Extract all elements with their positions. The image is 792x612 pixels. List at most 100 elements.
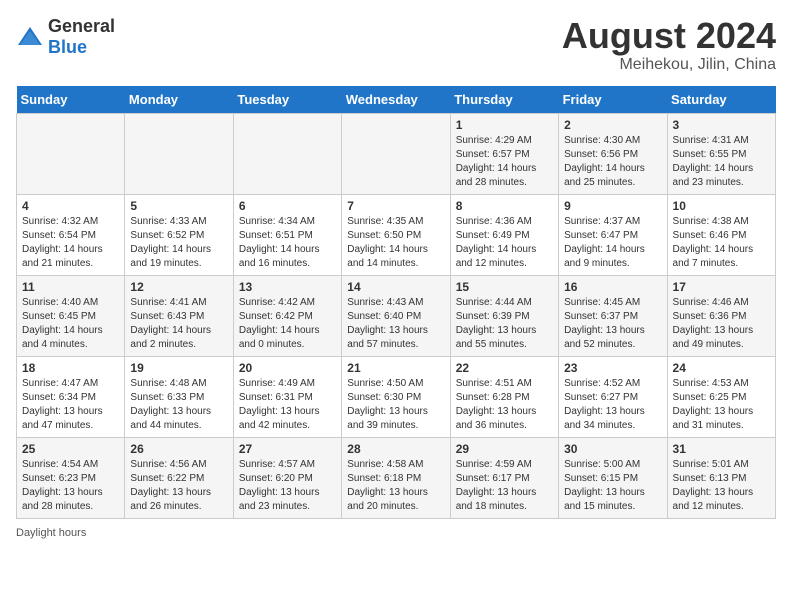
- day-number: 31: [673, 442, 771, 456]
- day-number: 28: [347, 442, 445, 456]
- calendar-cell: [233, 113, 341, 194]
- day-info: Sunrise: 4:38 AM Sunset: 6:46 PM Dayligh…: [673, 215, 771, 271]
- day-info: Sunrise: 4:53 AM Sunset: 6:25 PM Dayligh…: [673, 377, 771, 433]
- day-info: Sunrise: 4:45 AM Sunset: 6:37 PM Dayligh…: [564, 296, 662, 352]
- calendar-cell: [125, 113, 233, 194]
- day-number: 6: [239, 199, 337, 213]
- calendar-cell: [17, 113, 125, 194]
- title-area: August 2024 Meihekou, Jilin, China: [562, 16, 776, 74]
- day-number: 30: [564, 442, 662, 456]
- day-info: Sunrise: 4:47 AM Sunset: 6:34 PM Dayligh…: [22, 377, 120, 433]
- week-row-3: 11 Sunrise: 4:40 AM Sunset: 6:45 PM Dayli…: [17, 275, 776, 356]
- week-row-1: 1 Sunrise: 4:29 AM Sunset: 6:57 PM Daylig…: [17, 113, 776, 194]
- month-title: August 2024: [562, 16, 776, 56]
- calendar-cell: 10 Sunrise: 4:38 AM Sunset: 6:46 PM Dayli…: [667, 194, 775, 275]
- calendar-table: SundayMondayTuesdayWednesdayThursdayFrid…: [16, 86, 776, 519]
- calendar-cell: 20 Sunrise: 4:49 AM Sunset: 6:31 PM Dayli…: [233, 356, 341, 437]
- day-number: 3: [673, 118, 771, 132]
- day-info: Sunrise: 4:43 AM Sunset: 6:40 PM Dayligh…: [347, 296, 445, 352]
- day-info: Sunrise: 4:33 AM Sunset: 6:52 PM Dayligh…: [130, 215, 228, 271]
- day-number: 8: [456, 199, 554, 213]
- calendar-cell: 21 Sunrise: 4:50 AM Sunset: 6:30 PM Dayli…: [342, 356, 450, 437]
- footer: Daylight hours: [16, 527, 776, 539]
- calendar-cell: 9Sunrise: 4:37 AM Sunset: 6:47 PM Daylig…: [559, 194, 667, 275]
- day-info: Sunrise: 4:58 AM Sunset: 6:18 PM Dayligh…: [347, 458, 445, 514]
- day-info: Sunrise: 4:36 AM Sunset: 6:49 PM Dayligh…: [456, 215, 554, 271]
- calendar-cell: 3 Sunrise: 4:31 AM Sunset: 6:55 PM Daylig…: [667, 113, 775, 194]
- day-number: 1: [456, 118, 554, 132]
- calendar-cell: 2Sunrise: 4:30 AM Sunset: 6:56 PM Daylig…: [559, 113, 667, 194]
- calendar-cell: 27 Sunrise: 4:57 AM Sunset: 6:20 PM Dayli…: [233, 437, 341, 518]
- logo: General Blue: [16, 16, 115, 58]
- day-info: Sunrise: 4:42 AM Sunset: 6:42 PM Dayligh…: [239, 296, 337, 352]
- calendar-cell: 19Sunrise: 4:48 AM Sunset: 6:33 PM Dayli…: [125, 356, 233, 437]
- logo-icon: [16, 25, 44, 49]
- day-number: 24: [673, 361, 771, 375]
- day-number: 27: [239, 442, 337, 456]
- day-number: 25: [22, 442, 120, 456]
- day-number: 20: [239, 361, 337, 375]
- day-header-monday: Monday: [125, 86, 233, 114]
- calendar-cell: 17 Sunrise: 4:46 AM Sunset: 6:36 PM Dayli…: [667, 275, 775, 356]
- day-info: Sunrise: 4:48 AM Sunset: 6:33 PM Dayligh…: [130, 377, 228, 433]
- week-row-5: 25 Sunrise: 4:54 AM Sunset: 6:23 PM Dayli…: [17, 437, 776, 518]
- day-header-friday: Friday: [559, 86, 667, 114]
- calendar-cell: 26 Sunrise: 4:56 AM Sunset: 6:22 PM Dayli…: [125, 437, 233, 518]
- day-info: Sunrise: 4:50 AM Sunset: 6:30 PM Dayligh…: [347, 377, 445, 433]
- day-number: 22: [456, 361, 554, 375]
- day-info: Sunrise: 4:57 AM Sunset: 6:20 PM Dayligh…: [239, 458, 337, 514]
- day-number: 15: [456, 280, 554, 294]
- calendar-cell: 13 Sunrise: 4:42 AM Sunset: 6:42 PM Dayli…: [233, 275, 341, 356]
- day-number: 7: [347, 199, 445, 213]
- calendar-cell: 12Sunrise: 4:41 AM Sunset: 6:43 PM Dayli…: [125, 275, 233, 356]
- calendar-cell: 25 Sunrise: 4:54 AM Sunset: 6:23 PM Dayli…: [17, 437, 125, 518]
- day-number: 4: [22, 199, 120, 213]
- day-info: Sunrise: 4:31 AM Sunset: 6:55 PM Dayligh…: [673, 134, 771, 190]
- calendar-cell: 29 Sunrise: 4:59 AM Sunset: 6:17 PM Dayli…: [450, 437, 558, 518]
- day-number: 16: [564, 280, 662, 294]
- calendar-cell: 1 Sunrise: 4:29 AM Sunset: 6:57 PM Daylig…: [450, 113, 558, 194]
- header: General Blue August 2024 Meihekou, Jilin…: [16, 16, 776, 74]
- day-info: Sunrise: 4:41 AM Sunset: 6:43 PM Dayligh…: [130, 296, 228, 352]
- day-number: 17: [673, 280, 771, 294]
- day-info: Sunrise: 4:32 AM Sunset: 6:54 PM Dayligh…: [22, 215, 120, 271]
- day-header-wednesday: Wednesday: [342, 86, 450, 114]
- day-number: 18: [22, 361, 120, 375]
- day-info: Sunrise: 4:56 AM Sunset: 6:22 PM Dayligh…: [130, 458, 228, 514]
- calendar-cell: 11 Sunrise: 4:40 AM Sunset: 6:45 PM Dayli…: [17, 275, 125, 356]
- day-info: Sunrise: 4:44 AM Sunset: 6:39 PM Dayligh…: [456, 296, 554, 352]
- day-number: 5: [130, 199, 228, 213]
- calendar-cell: 8 Sunrise: 4:36 AM Sunset: 6:49 PM Daylig…: [450, 194, 558, 275]
- day-info: Sunrise: 4:59 AM Sunset: 6:17 PM Dayligh…: [456, 458, 554, 514]
- day-info: Sunrise: 5:01 AM Sunset: 6:13 PM Dayligh…: [673, 458, 771, 514]
- calendar-cell: 24 Sunrise: 4:53 AM Sunset: 6:25 PM Dayli…: [667, 356, 775, 437]
- day-info: Sunrise: 5:00 AM Sunset: 6:15 PM Dayligh…: [564, 458, 662, 514]
- calendar-cell: 7Sunrise: 4:35 AM Sunset: 6:50 PM Daylig…: [342, 194, 450, 275]
- day-number: 21: [347, 361, 445, 375]
- header-row: SundayMondayTuesdayWednesdayThursdayFrid…: [17, 86, 776, 114]
- location-title: Meihekou, Jilin, China: [562, 56, 776, 74]
- logo-blue-text: Blue: [48, 37, 87, 57]
- day-number: 26: [130, 442, 228, 456]
- day-number: 14: [347, 280, 445, 294]
- calendar-cell: 30 Sunrise: 5:00 AM Sunset: 6:15 PM Dayli…: [559, 437, 667, 518]
- calendar-cell: 28 Sunrise: 4:58 AM Sunset: 6:18 PM Dayli…: [342, 437, 450, 518]
- week-row-4: 18 Sunrise: 4:47 AM Sunset: 6:34 PM Dayli…: [17, 356, 776, 437]
- day-info: Sunrise: 4:34 AM Sunset: 6:51 PM Dayligh…: [239, 215, 337, 271]
- day-number: 11: [22, 280, 120, 294]
- day-number: 10: [673, 199, 771, 213]
- calendar-cell: 22Sunrise: 4:51 AM Sunset: 6:28 PM Dayli…: [450, 356, 558, 437]
- day-number: 23: [564, 361, 662, 375]
- week-row-2: 4 Sunrise: 4:32 AM Sunset: 6:54 PM Daylig…: [17, 194, 776, 275]
- day-number: 13: [239, 280, 337, 294]
- day-number: 29: [456, 442, 554, 456]
- day-info: Sunrise: 4:46 AM Sunset: 6:36 PM Dayligh…: [673, 296, 771, 352]
- day-info: Sunrise: 4:40 AM Sunset: 6:45 PM Dayligh…: [22, 296, 120, 352]
- calendar-cell: 18 Sunrise: 4:47 AM Sunset: 6:34 PM Dayli…: [17, 356, 125, 437]
- calendar-cell: 5 Sunrise: 4:33 AM Sunset: 6:52 PM Daylig…: [125, 194, 233, 275]
- calendar-cell: 4 Sunrise: 4:32 AM Sunset: 6:54 PM Daylig…: [17, 194, 125, 275]
- day-info: Sunrise: 4:29 AM Sunset: 6:57 PM Dayligh…: [456, 134, 554, 190]
- day-info: Sunrise: 4:54 AM Sunset: 6:23 PM Dayligh…: [22, 458, 120, 514]
- day-header-saturday: Saturday: [667, 86, 775, 114]
- day-info: Sunrise: 4:49 AM Sunset: 6:31 PM Dayligh…: [239, 377, 337, 433]
